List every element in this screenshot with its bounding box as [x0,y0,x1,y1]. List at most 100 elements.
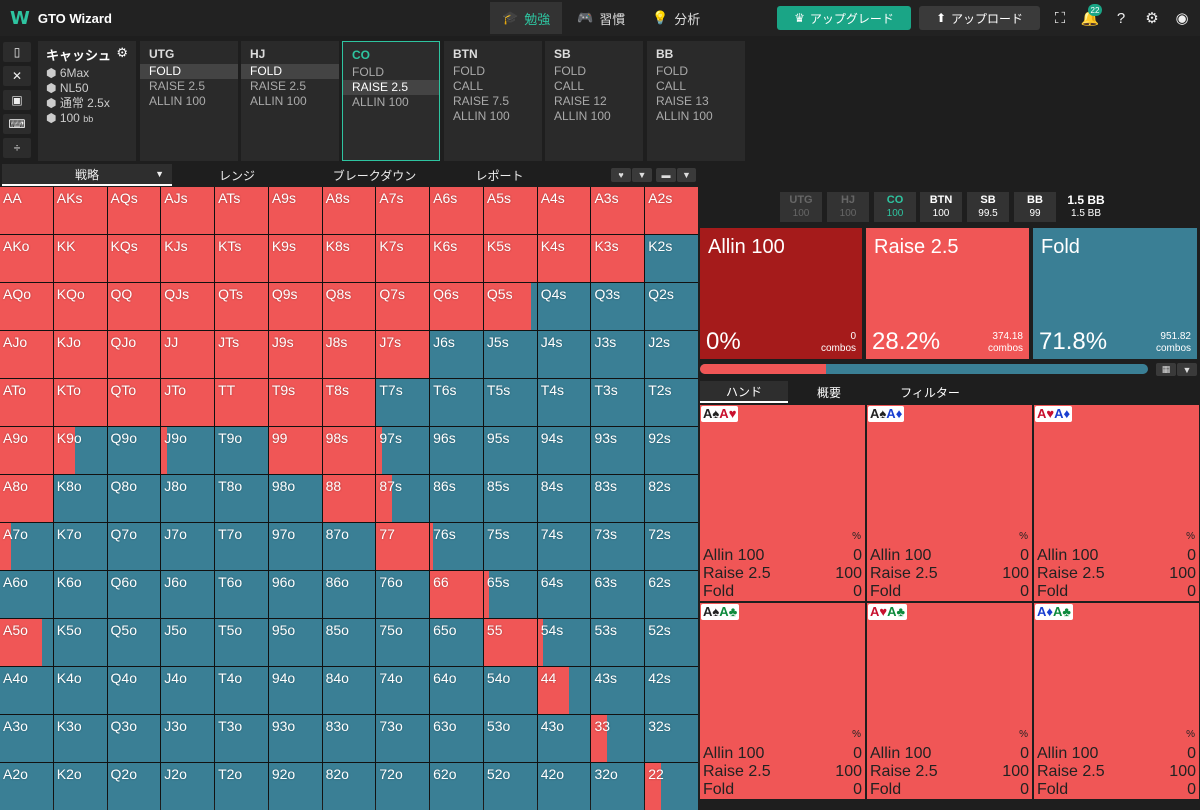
hand-cell[interactable]: 84o [322,667,376,714]
action-option[interactable]: RAISE 7.5 [444,94,542,109]
hand-cell[interactable]: A2s [645,187,698,234]
hand-cell[interactable]: J3s [591,331,645,378]
hand-cell[interactable]: 55 [483,619,537,666]
hand-cell[interactable]: A3s [591,187,645,234]
combo-cell[interactable]: A♠A♦% Allin 100 0 Raise 2.5 100 Fold 0 [867,405,1032,601]
hand-cell[interactable]: A6s [430,187,483,234]
hand-cell[interactable]: 22 [645,763,698,810]
hand-cell[interactable]: 62o [430,763,483,810]
hand-cell[interactable]: 73o [376,715,430,762]
hand-cell[interactable]: 32o [591,763,645,810]
hand-cell[interactable]: K8o [53,475,107,522]
hand-cell[interactable]: 42o [537,763,591,810]
hand-cell[interactable]: K9s [268,235,322,282]
hand-cell[interactable]: K9o [53,427,107,474]
hand-cell[interactable]: KK [53,235,107,282]
hand-cell[interactable]: T8s [322,379,376,426]
hand-cell[interactable]: A9s [268,187,322,234]
hand-cell[interactable]: K4s [537,235,591,282]
hand-cell[interactable]: Q5o [107,619,161,666]
hand-cell[interactable]: 42s [645,667,698,714]
hand-cell[interactable]: K8s [322,235,376,282]
hand-cell[interactable]: 97s [376,427,430,474]
hand-cell[interactable]: 86s [430,475,483,522]
hand-cell[interactable]: 99 [268,427,322,474]
action-option[interactable]: ALLIN 100 [444,109,542,124]
player-co[interactable]: CO 100 [874,192,916,222]
hand-cell[interactable]: T6o [215,571,268,618]
hand-cell[interactable]: 87s [376,475,430,522]
hand-cell[interactable]: T2o [215,763,268,810]
combo-cell[interactable]: A♠A♥% Allin 100 0 Raise 2.5 100 Fold 0 [700,405,865,601]
hand-cell[interactable]: K3o [53,715,107,762]
layout-icon[interactable]: ▬ [656,168,676,182]
game-info-panel[interactable]: キャッシュ ⚙ ⬢ 6Max ⬢ NL50 ⬢ 通常 2.5x ⬢ 100 bb [38,41,136,161]
hand-cell[interactable]: J4s [537,331,591,378]
hand-cell[interactable]: 65o [430,619,483,666]
player-sb[interactable]: SB 99.5 [967,192,1009,222]
hand-cell[interactable]: 92o [268,763,322,810]
hand-cell[interactable]: K7s [376,235,430,282]
hand-cell[interactable]: 98s [322,427,376,474]
action-option[interactable]: FOLD [241,64,339,79]
action-option[interactable]: FOLD [343,65,439,80]
hand-cell[interactable]: T3o [215,715,268,762]
action-option[interactable]: FOLD [647,64,745,79]
hand-cell[interactable]: AA [0,187,53,234]
action-option[interactable]: RAISE 2.5 [140,79,238,94]
hand-cell[interactable]: J4o [161,667,215,714]
hand-cell[interactable]: 96o [268,571,322,618]
hand-cell[interactable]: J7s [376,331,430,378]
hand-cell[interactable]: Q6o [107,571,161,618]
hand-cell[interactable]: A4s [537,187,591,234]
hand-cell[interactable]: T7o [215,523,268,570]
logo[interactable]: W GTO Wizard [10,8,112,29]
hand-cell[interactable]: AQs [107,187,161,234]
position-card-sb[interactable]: SB FOLD CALL RAISE 12 ALLIN 100 [545,41,643,161]
hand-cell[interactable]: J9s [268,331,322,378]
action-option[interactable]: ALLIN 100 [140,94,238,109]
hand-cell[interactable]: 77 [376,523,430,570]
hand-cell[interactable]: K3s [591,235,645,282]
hand-cell[interactable]: T2s [645,379,698,426]
player-hj[interactable]: HJ 100 [827,192,869,222]
hand-cell[interactable]: KJo [53,331,107,378]
hand-cell[interactable]: 52s [645,619,698,666]
hand-cell[interactable]: Q9o [107,427,161,474]
hand-cell[interactable]: 74o [376,667,430,714]
hand-cell[interactable]: J5s [483,331,537,378]
hand-cell[interactable]: T6s [430,379,483,426]
hand-cell[interactable]: ATs [215,187,268,234]
hand-cell[interactable]: QJo [107,331,161,378]
hand-cell[interactable]: Q8s [322,283,376,330]
tab-report[interactable]: レポート [452,164,547,186]
hand-cell[interactable]: Q4s [537,283,591,330]
hand-cell[interactable]: A5s [483,187,537,234]
hand-cell[interactable]: J2s [645,331,698,378]
hand-cell[interactable]: 95o [268,619,322,666]
action-option[interactable]: FOLD [545,64,643,79]
hand-cell[interactable]: 43s [591,667,645,714]
hand-cell[interactable]: 73s [591,523,645,570]
hand-cell[interactable]: 85s [483,475,537,522]
collapse-icon[interactable]: ÷ [3,138,31,158]
hand-cell[interactable]: A9o [0,427,53,474]
hand-cell[interactable]: Q7s [376,283,430,330]
hand-cell[interactable]: Q4o [107,667,161,714]
hand-cell[interactable]: QQ [107,283,161,330]
hand-cell[interactable]: T5s [483,379,537,426]
action-option[interactable]: ALLIN 100 [647,109,745,124]
hand-cell[interactable]: KQs [107,235,161,282]
hand-cell[interactable]: T9s [268,379,322,426]
hand-cell[interactable]: 72o [376,763,430,810]
action-option[interactable]: ALLIN 100 [545,109,643,124]
hand-cell[interactable]: 97o [268,523,322,570]
hand-cell[interactable]: Q2s [645,283,698,330]
hand-cell[interactable]: T7s [376,379,430,426]
gamepad-icon[interactable]: ⌨ [3,114,31,134]
action-option[interactable]: FOLD [140,64,238,79]
player-utg[interactable]: UTG 100 [780,192,822,222]
hand-cell[interactable]: A7s [376,187,430,234]
account-icon[interactable]: ◉ [1172,8,1192,28]
hand-cell[interactable]: 75s [483,523,537,570]
